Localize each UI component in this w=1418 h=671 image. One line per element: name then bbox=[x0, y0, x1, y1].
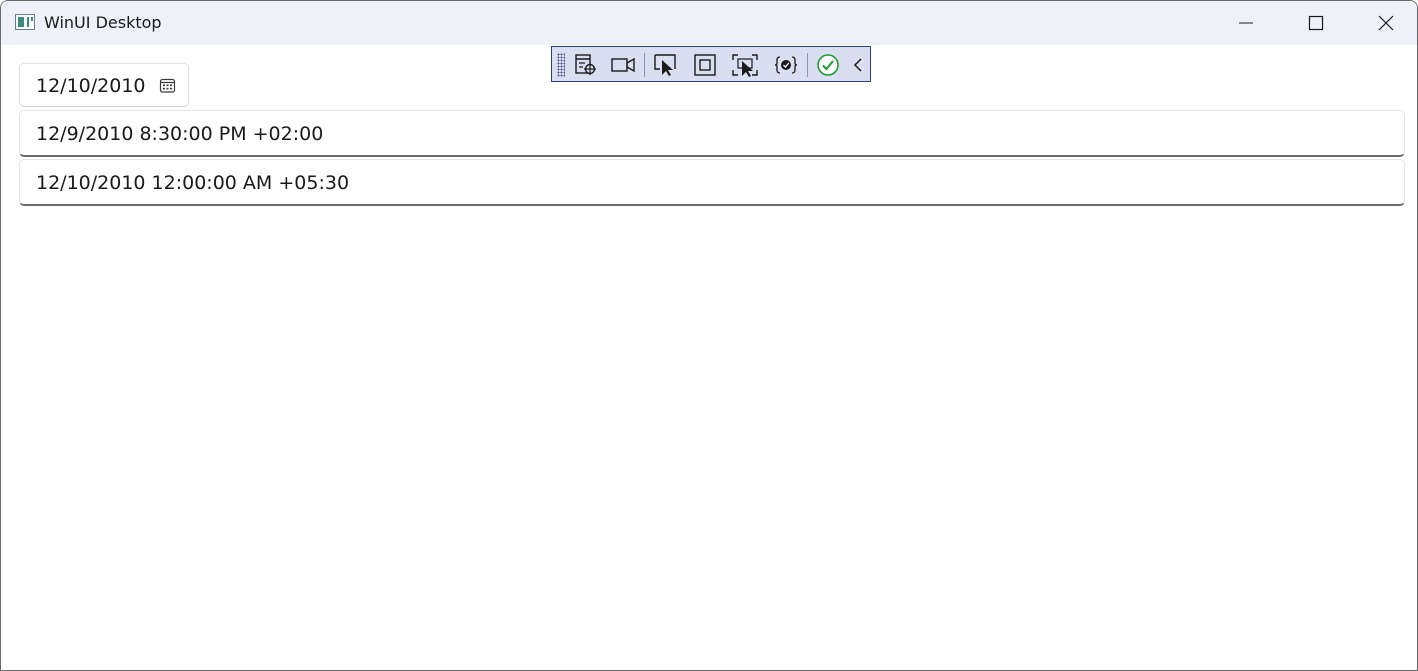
display-layout-adorners-button[interactable] bbox=[690, 51, 720, 79]
accessibility-check-icon bbox=[817, 54, 839, 76]
app-icon bbox=[15, 14, 35, 30]
track-focus-button[interactable] bbox=[730, 51, 760, 79]
display-layout-adorners-icon bbox=[694, 54, 716, 76]
binding-failures-button[interactable] bbox=[771, 51, 801, 79]
date-picker[interactable]: 12/10/2010 bbox=[19, 63, 189, 107]
date-time-offset-field-2[interactable]: 12/10/2010 12:00:00 AM +05:30 bbox=[19, 159, 1405, 206]
app-window: WinUI Desktop 12/10/2010 12/9/2010 8:30:… bbox=[0, 0, 1418, 671]
title-bar[interactable]: WinUI Desktop bbox=[1, 1, 1417, 45]
select-element-button[interactable] bbox=[650, 51, 680, 79]
binding-failures-icon bbox=[774, 56, 798, 74]
minimize-icon bbox=[1239, 22, 1253, 24]
date-picker-value: 12/10/2010 bbox=[36, 75, 146, 97]
record-video-icon bbox=[611, 57, 635, 73]
collapse-toolbar-button[interactable] bbox=[846, 51, 870, 79]
accessibility-checker-button[interactable] bbox=[813, 51, 843, 79]
date-time-offset-value: 12/10/2010 12:00:00 AM +05:30 bbox=[36, 172, 350, 194]
debug-toolbar bbox=[551, 46, 871, 82]
window-title: WinUI Desktop bbox=[44, 13, 162, 32]
toolbar-separator bbox=[644, 53, 645, 77]
maximize-icon bbox=[1308, 15, 1324, 31]
close-icon bbox=[1378, 15, 1394, 31]
select-element-icon bbox=[654, 54, 676, 76]
drag-grip-icon[interactable] bbox=[557, 53, 565, 77]
date-time-offset-field-1[interactable]: 12/9/2010 8:30:00 PM +02:00 bbox=[19, 110, 1405, 157]
calendar-icon[interactable] bbox=[159, 77, 176, 94]
toolbar-separator bbox=[807, 53, 808, 77]
track-focus-icon bbox=[732, 54, 758, 77]
record-button[interactable] bbox=[608, 51, 638, 79]
date-time-offset-value: 12/9/2010 8:30:00 PM +02:00 bbox=[36, 123, 324, 145]
collapse-toolbar-icon bbox=[853, 58, 862, 72]
close-button[interactable] bbox=[1351, 1, 1417, 45]
minimize-button[interactable] bbox=[1211, 1, 1281, 45]
go-to-live-visual-tree-button[interactable] bbox=[571, 51, 601, 79]
maximize-button[interactable] bbox=[1281, 1, 1351, 45]
live-visual-tree-icon bbox=[575, 54, 596, 75]
